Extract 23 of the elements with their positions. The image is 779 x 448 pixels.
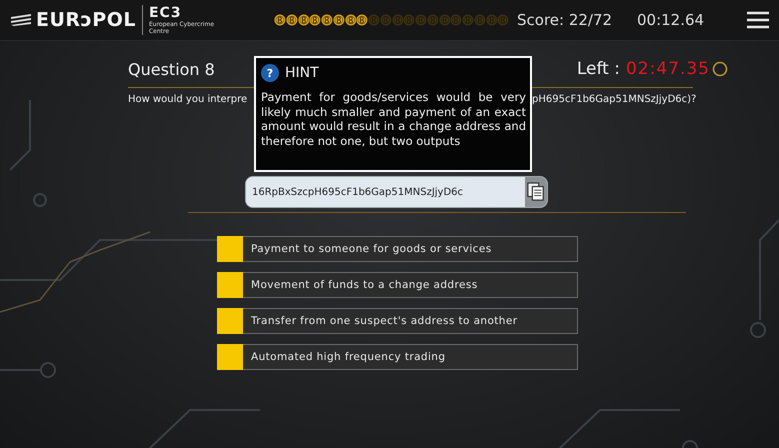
copy-icon bbox=[527, 182, 545, 202]
question-title: Question 8 bbox=[128, 60, 215, 78]
circuit-node-icon bbox=[712, 61, 728, 77]
question-text: pH695cF1b6Gap51MNSzJjyD6c)? bbox=[532, 94, 696, 107]
question-icon: ? bbox=[261, 64, 279, 82]
time-left-label: Left : bbox=[576, 59, 620, 79]
hint-title: HINT bbox=[285, 65, 319, 81]
logo-stripes-icon bbox=[10, 13, 32, 27]
answer-option[interactable]: Movement of funds to a change address bbox=[217, 272, 578, 298]
address-field[interactable]: 16RpBxSzcpH695cF1b6Gap51MNSzJjyD6c bbox=[245, 176, 548, 208]
menu-icon bbox=[747, 11, 769, 29]
question-text: How would you interpre bbox=[128, 94, 248, 107]
logo-text: EURɔPOL bbox=[36, 5, 143, 35]
menu-button[interactable] bbox=[747, 11, 769, 29]
elapsed-time: 00:12.64 bbox=[637, 11, 706, 29]
unit-title: EC3 bbox=[148, 6, 183, 20]
time-left-value: 02:47.35 bbox=[626, 59, 710, 79]
copy-button[interactable] bbox=[525, 177, 547, 207]
answer-option[interactable]: Automated high frequency trading bbox=[217, 344, 578, 370]
answer-option[interactable]: Payment to someone for goods or services bbox=[217, 236, 578, 262]
hint-text: Payment for goods/services would be very likely much smaller and payment of an exact amount would result in a change address and therefore not one, but two outputs bbox=[261, 90, 526, 148]
score-text: Score: 22/72 bbox=[517, 11, 614, 29]
answer-option[interactable]: Transfer from one suspect's address to another bbox=[217, 308, 578, 334]
